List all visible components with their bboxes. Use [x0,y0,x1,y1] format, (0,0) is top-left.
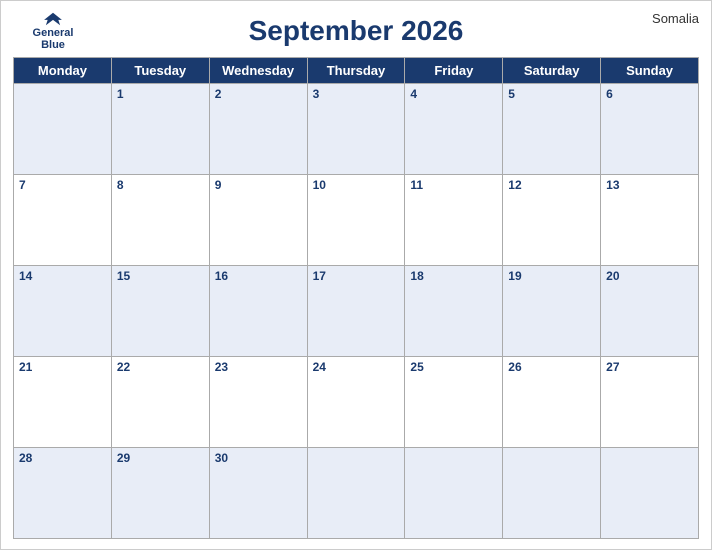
week-row-4: 21 22 23 24 25 26 27 [14,357,699,448]
day-cell: 22 [112,357,210,448]
day-number: 25 [410,360,423,374]
day-header-thursday: Thursday [308,58,406,84]
day-cell: 4 [405,84,503,175]
day-cell: 23 [210,357,308,448]
day-cell [601,448,699,539]
day-number: 16 [215,269,228,283]
day-number: 18 [410,269,423,283]
day-cell [405,448,503,539]
logo-blue-text: Blue [41,39,65,51]
calendar-grid: MondayTuesdayWednesdayThursdayFridaySatu… [13,57,699,539]
day-number: 11 [410,178,423,192]
day-number: 9 [215,178,222,192]
day-number: 30 [215,451,228,465]
day-number: 13 [606,178,619,192]
day-cell: 13 [601,175,699,266]
day-cell: 2 [210,84,308,175]
country-label: Somalia [652,11,699,26]
week-row-3: 14 15 16 17 18 19 20 [14,266,699,357]
day-cell: 8 [112,175,210,266]
week-row-2: 7 8 9 10 11 12 13 [14,175,699,266]
day-header-tuesday: Tuesday [112,58,210,84]
day-cell: 29 [112,448,210,539]
day-cell: 25 [405,357,503,448]
day-cell: 20 [601,266,699,357]
day-number: 19 [508,269,521,283]
day-number: 1 [117,87,124,101]
day-cell: 17 [308,266,406,357]
day-number: 10 [313,178,326,192]
day-header-sunday: Sunday [601,58,699,84]
calendar-header: General Blue September 2026 Somalia [13,11,699,51]
day-header-wednesday: Wednesday [210,58,308,84]
day-number: 7 [19,178,26,192]
day-number: 28 [19,451,32,465]
day-cell: 28 [14,448,112,539]
day-number: 14 [19,269,32,283]
day-number: 4 [410,87,417,101]
day-cell: 15 [112,266,210,357]
day-header-saturday: Saturday [503,58,601,84]
day-cell: 6 [601,84,699,175]
day-cell: 12 [503,175,601,266]
day-headers-row: MondayTuesdayWednesdayThursdayFridaySatu… [14,58,699,84]
day-number: 5 [508,87,515,101]
day-header-friday: Friday [405,58,503,84]
day-number: 8 [117,178,124,192]
calendar: General Blue September 2026 Somalia Mond… [0,0,712,550]
day-cell: 10 [308,175,406,266]
day-number: 17 [313,269,326,283]
logo-bird-icon [42,11,64,27]
day-cell: 16 [210,266,308,357]
day-number: 23 [215,360,228,374]
calendar-title: September 2026 [249,15,464,47]
day-number: 15 [117,269,130,283]
day-cell: 24 [308,357,406,448]
week-row-5: 28 29 30 [14,448,699,539]
day-cell: 30 [210,448,308,539]
day-cell: 3 [308,84,406,175]
day-number: 21 [19,360,32,374]
day-cell: 14 [14,266,112,357]
day-cell: 27 [601,357,699,448]
logo: General Blue [13,11,93,51]
day-number: 2 [215,87,222,101]
day-number: 22 [117,360,130,374]
day-cell: 5 [503,84,601,175]
day-cell [308,448,406,539]
day-number: 12 [508,178,521,192]
day-cell: 9 [210,175,308,266]
day-number: 3 [313,87,320,101]
day-cell: 19 [503,266,601,357]
day-cell: 26 [503,357,601,448]
day-cell: 18 [405,266,503,357]
day-number: 26 [508,360,521,374]
day-number: 24 [313,360,326,374]
day-number: 6 [606,87,613,101]
day-cell: 11 [405,175,503,266]
weeks-container: 1234567891011121314151617181920212223242… [14,84,699,539]
day-number: 20 [606,269,619,283]
day-cell [503,448,601,539]
logo-general-text: General [33,27,74,39]
day-cell [14,84,112,175]
day-cell: 21 [14,357,112,448]
day-number: 27 [606,360,619,374]
day-number: 29 [117,451,130,465]
day-cell: 7 [14,175,112,266]
week-row-1: 1 2 3 4 5 6 [14,84,699,175]
day-header-monday: Monday [14,58,112,84]
day-cell: 1 [112,84,210,175]
